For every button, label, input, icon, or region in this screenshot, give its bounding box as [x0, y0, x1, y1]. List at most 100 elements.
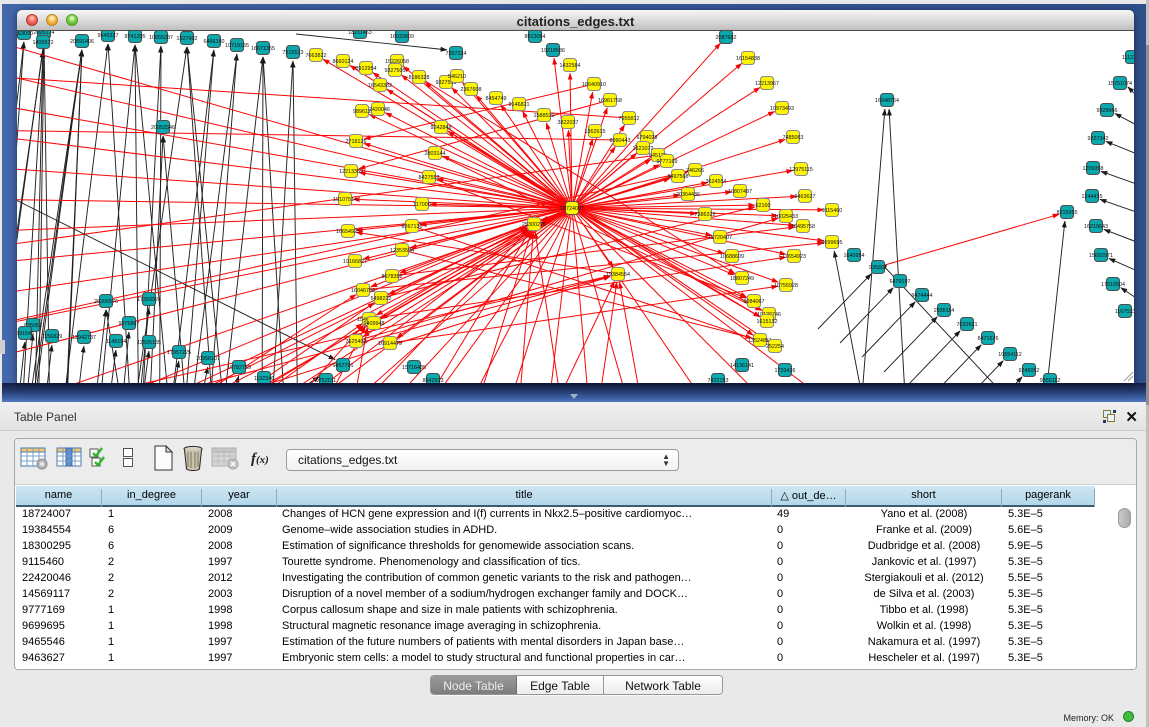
svg-text:1527602: 1527602 [177, 36, 198, 42]
svg-text:2367608: 2367608 [461, 87, 482, 93]
svg-text:18724007: 18724007 [560, 206, 584, 212]
svg-text:12942737: 12942737 [72, 335, 96, 341]
svg-text:7357224: 7357224 [446, 51, 467, 57]
svg-text:1209358: 1209358 [1083, 166, 1104, 172]
svg-text:5498222: 5498222 [371, 296, 392, 302]
svg-text:9463627: 9463627 [795, 194, 816, 200]
svg-text:7955812: 7955812 [619, 116, 640, 122]
svg-text:8660124: 8660124 [333, 59, 354, 65]
svg-text:17016504: 17016504 [1101, 282, 1125, 288]
svg-text:2935114: 2935114 [934, 308, 955, 314]
svg-text:3822037: 3822037 [558, 120, 579, 126]
svg-text:6497568: 6497568 [668, 174, 689, 180]
svg-text:6479197: 6479197 [890, 279, 911, 285]
svg-text:9227342: 9227342 [1088, 136, 1109, 142]
svg-text:8186328: 8186328 [409, 75, 430, 81]
svg-text:1156829: 1156829 [42, 334, 63, 340]
svg-text:8741205: 8741205 [125, 34, 146, 40]
svg-text:1432584: 1432584 [560, 63, 581, 69]
svg-text:19107514: 19107514 [333, 197, 357, 203]
svg-text:8454749: 8454749 [486, 96, 507, 102]
svg-text:3624554: 3624554 [706, 179, 727, 185]
svg-text:1167533: 1167533 [1115, 309, 1134, 315]
svg-text:16210643: 16210643 [1084, 224, 1108, 230]
svg-text:12213967: 12213967 [755, 81, 779, 87]
svg-text:10655287: 10655287 [149, 35, 173, 41]
svg-text:2803144: 2803144 [425, 151, 446, 157]
svg-text:163090: 163090 [17, 31, 33, 37]
svg-text:12213369: 12213369 [339, 169, 363, 175]
svg-text:12505135: 12505135 [137, 340, 161, 346]
svg-text:10025433: 10025433 [774, 214, 798, 220]
svg-text:1244415: 1244415 [1082, 194, 1103, 200]
svg-text:1362615: 1362615 [585, 129, 606, 135]
svg-text:9975867: 9975867 [119, 321, 140, 327]
svg-text:9084067: 9084067 [744, 299, 765, 305]
svg-text:7625402: 7625402 [346, 339, 367, 345]
svg-text:252254: 252254 [766, 344, 784, 350]
svg-text:9329966: 9329966 [1097, 108, 1118, 114]
svg-text:9327505: 9327505 [385, 68, 406, 74]
svg-text:7663822: 7663822 [306, 53, 327, 59]
svg-text:9245052: 9245052 [1019, 368, 1040, 374]
svg-text:10807487: 10807487 [728, 189, 752, 195]
svg-text:16495758: 16495758 [791, 224, 815, 230]
svg-text:10654925: 10654925 [336, 229, 360, 235]
svg-text:1145194: 1145194 [106, 339, 127, 345]
svg-text:16640910: 16640910 [582, 82, 606, 88]
svg-text:10973493: 10973493 [770, 106, 794, 112]
svg-text:8678352: 8678352 [382, 274, 403, 280]
svg-text:20206576: 20206576 [94, 299, 118, 305]
svg-text:6466160: 6466160 [204, 39, 225, 45]
svg-text:10756928: 10756928 [774, 283, 798, 289]
svg-text:9474444: 9474444 [912, 293, 933, 299]
svg-text:17654923: 17654923 [782, 254, 806, 260]
svg-text:16782759: 16782759 [227, 365, 251, 371]
svg-text:1615132: 1615132 [757, 319, 778, 325]
svg-text:7515523: 7515523 [283, 50, 304, 56]
svg-text:17359924: 17359924 [137, 297, 161, 303]
svg-text:2087682: 2087682 [716, 35, 737, 41]
svg-text:15716485: 15716485 [402, 365, 426, 371]
svg-text:1621072: 1621072 [633, 146, 654, 152]
svg-text:9146821: 9146821 [509, 102, 530, 108]
svg-text:8912954: 8912954 [356, 66, 377, 72]
svg-text:16648764: 16648764 [875, 98, 899, 104]
svg-text:1640954: 1640954 [844, 253, 865, 259]
svg-text:9409948: 9409948 [364, 321, 385, 327]
svg-text:8427552: 8427552 [419, 175, 440, 181]
svg-text:1192346: 1192346 [254, 376, 275, 382]
svg-text:18211463: 18211463 [348, 31, 372, 36]
svg-text:989612: 989612 [353, 109, 371, 115]
svg-text:8267130: 8267130 [402, 224, 423, 230]
svg-text:7422153: 7422153 [708, 378, 729, 383]
svg-text:935892: 935892 [869, 265, 887, 271]
svg-text:391545: 391545 [17, 331, 34, 337]
svg-text:1588520: 1588520 [534, 113, 555, 119]
svg-text:9242848: 9242848 [431, 125, 452, 131]
svg-text:15720407: 15720407 [708, 235, 732, 241]
svg-text:10958107: 10958107 [196, 356, 220, 362]
svg-text:16033809: 16033809 [390, 34, 414, 40]
svg-text:9546327: 9546327 [98, 33, 119, 39]
svg-text:9115460: 9115460 [822, 208, 843, 214]
svg-text:16914479: 16914479 [378, 341, 402, 347]
svg-text:9699695: 9699695 [822, 240, 843, 246]
svg-text:25300275: 25300275 [522, 222, 546, 228]
svg-text:8813054: 8813054 [525, 34, 546, 40]
svg-text:14136141: 14136141 [730, 363, 754, 369]
svg-text:9777169: 9777169 [657, 159, 678, 165]
svg-text:16961758: 16961758 [598, 98, 622, 104]
svg-text:8471676: 8471676 [978, 336, 999, 342]
svg-text:9356112: 9356112 [1040, 378, 1061, 383]
svg-text:1112384: 1112384 [1122, 55, 1134, 61]
svg-text:8642913: 8642913 [423, 378, 444, 383]
svg-text:10688609: 10688609 [720, 254, 744, 260]
svg-text:16543382: 16543382 [368, 83, 392, 89]
svg-text:62160: 62160 [756, 203, 771, 209]
svg-text:15751074: 15751074 [1108, 81, 1132, 87]
svg-text:16671355: 16671355 [251, 46, 275, 52]
svg-text:8215955: 8215955 [1057, 210, 1078, 216]
svg-text:546210: 546210 [448, 74, 466, 80]
svg-text:12353594: 12353594 [390, 248, 414, 254]
